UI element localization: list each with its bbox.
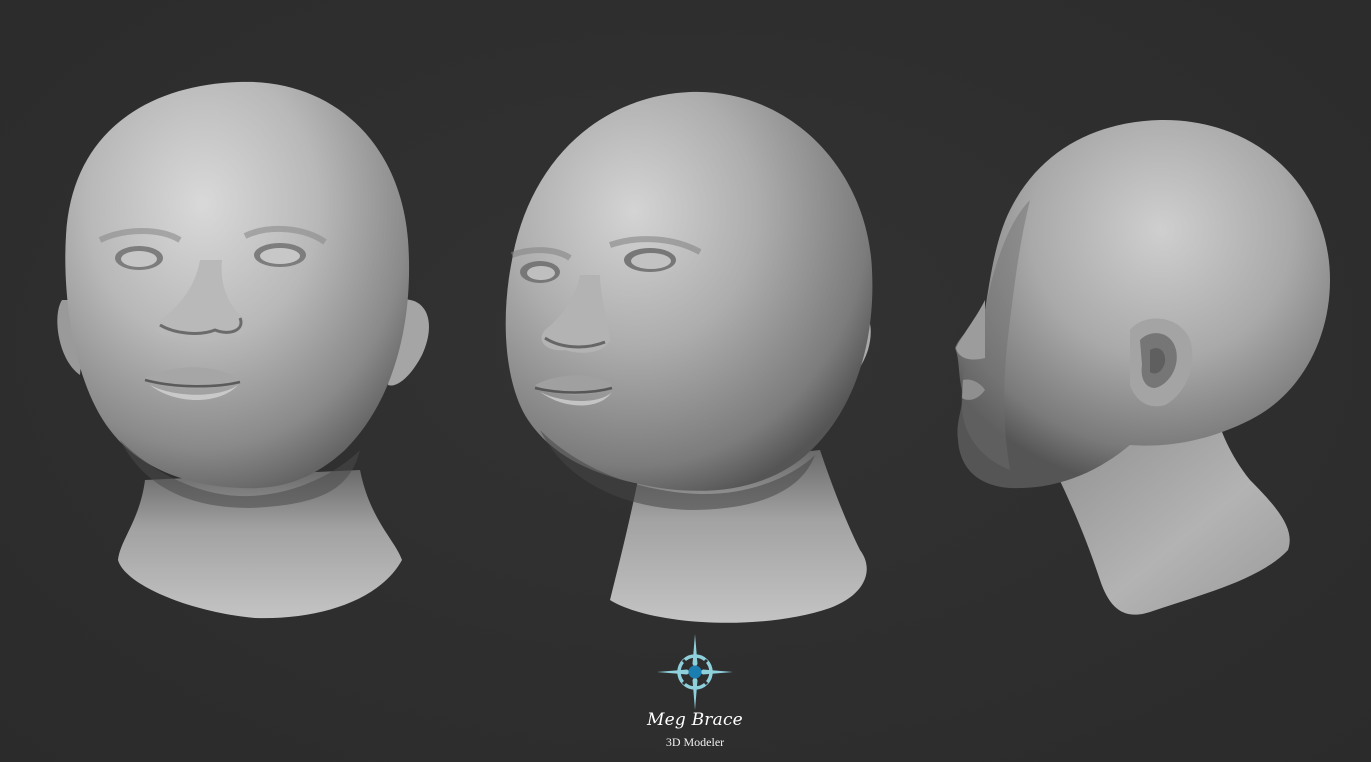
- portfolio-render: Meg Brace 3D Modeler: [0, 0, 1371, 762]
- compass-star-icon: [657, 634, 733, 710]
- head-front-view: [57, 81, 429, 619]
- head-three-quarter-view: [505, 91, 873, 623]
- artist-role: 3D Modeler: [665, 735, 725, 749]
- head-side-view: [955, 119, 1330, 615]
- artist-name: Meg Brace: [647, 710, 743, 730]
